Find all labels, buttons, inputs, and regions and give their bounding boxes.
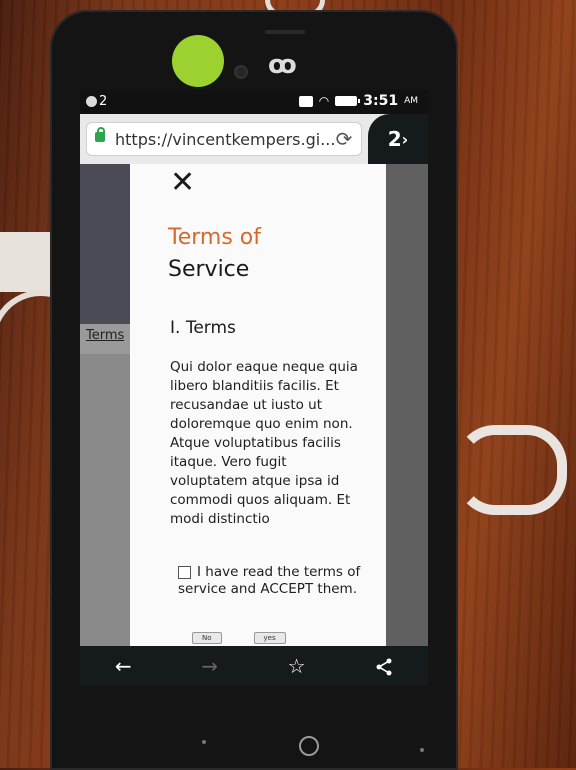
notification-icon (86, 96, 97, 107)
background-image (80, 164, 130, 324)
front-camera (236, 67, 246, 77)
notification-count: 2 (99, 94, 108, 109)
lock-icon (95, 127, 105, 142)
modal-title: Terms of Service (168, 222, 368, 286)
accept-checkbox[interactable] (178, 565, 191, 579)
modal-title-line2: Service (168, 257, 250, 282)
modal-button-row: No yes (192, 632, 286, 644)
phone-screen: 2 ◠ 3:51 AM https://vincentkempers.gi...… (80, 90, 428, 686)
tab-count: 2 (387, 127, 402, 151)
browser-toolbar: https://vincentkempers.gi... ⟳ 2 › (80, 114, 428, 164)
consent-label: I have read the terms of service and ACC… (178, 564, 361, 597)
clock-ampm: AM (404, 96, 418, 106)
reload-icon[interactable]: ⟳ (333, 128, 355, 150)
no-button[interactable]: No (192, 632, 222, 644)
security-cable-right (455, 425, 567, 515)
home-button[interactable] (299, 736, 319, 756)
background-terms-link[interactable]: Terms (86, 328, 124, 343)
back-arrow-icon[interactable]: ← (115, 654, 132, 678)
wifi-icon: ◠ (318, 94, 330, 108)
terms-modal: ✕ Terms of Service I. Terms Qui dolor ea… (130, 164, 386, 654)
battery-icon (335, 96, 361, 106)
sim-icon (298, 95, 313, 107)
background-right-panel (386, 164, 428, 646)
section-heading: I. Terms (170, 318, 236, 338)
browser-nav-bar: ← → ☆ (80, 646, 428, 686)
softkey-left-dot (202, 740, 206, 744)
close-icon[interactable]: ✕ (170, 168, 195, 198)
terms-body-text: Qui dolor eaque neque quia libero blandi… (170, 359, 358, 527)
tab-counter-button[interactable]: 2 › (368, 114, 428, 164)
share-icon[interactable] (375, 657, 393, 676)
softkey-right-dot (420, 748, 424, 752)
star-icon[interactable]: ☆ (288, 654, 306, 678)
url-bar[interactable]: https://vincentkempers.gi... ⟳ (86, 122, 362, 156)
yes-button[interactable]: yes (253, 632, 286, 644)
background-panel (80, 354, 130, 646)
brand-logo: ꝏ (268, 50, 297, 80)
clock-time: 3:51 (363, 93, 399, 109)
status-bar: 2 ◠ 3:51 AM (80, 90, 428, 114)
url-text[interactable]: https://vincentkempers.gi... (115, 130, 335, 149)
consent-row: I have read the terms of service and ACC… (178, 564, 378, 598)
terms-scroll-area[interactable]: Qui dolor eaque neque quia libero blandi… (170, 358, 360, 536)
forward-arrow-icon[interactable]: → (201, 654, 218, 678)
green-sensor-sticker (172, 35, 224, 87)
chevron-right-icon: › (401, 129, 409, 149)
modal-title-line1: Terms of (168, 225, 261, 250)
earpiece-speaker (265, 30, 305, 34)
